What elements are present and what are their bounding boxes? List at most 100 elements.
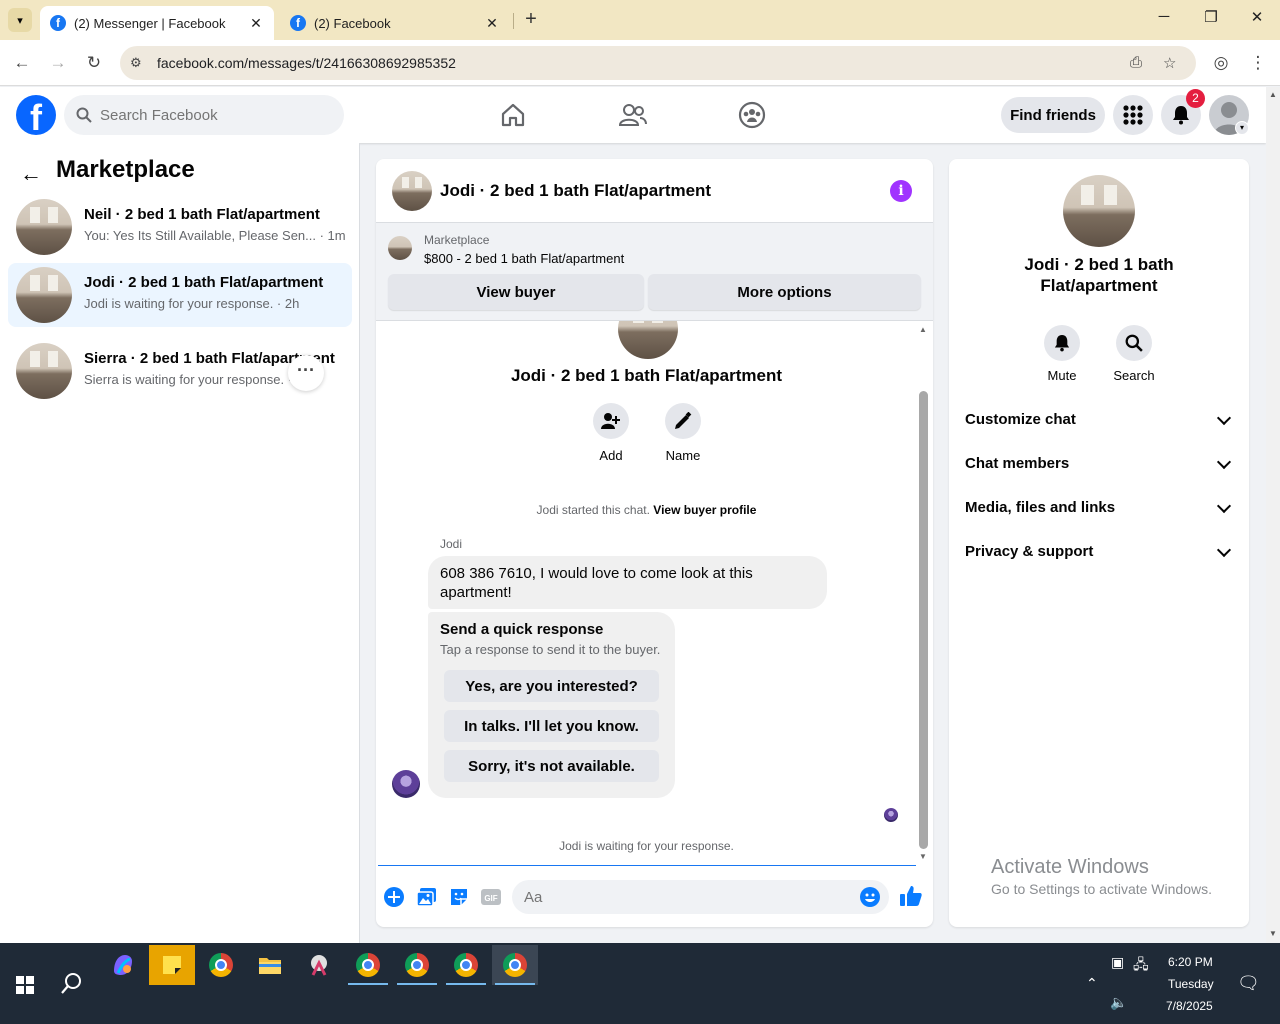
action-label: Name bbox=[665, 448, 701, 463]
sender-avatar[interactable] bbox=[392, 770, 420, 798]
chat-thumbnail[interactable] bbox=[392, 171, 432, 211]
close-window-icon[interactable]: ✕ bbox=[1245, 8, 1269, 32]
emoji-icon[interactable] bbox=[860, 887, 880, 907]
taskbar-search-icon[interactable] bbox=[49, 963, 95, 1003]
address-bar[interactable]: ⚙ facebook.com/messages/t/24166308692985… bbox=[120, 46, 1196, 80]
privacy-support-section[interactable]: Privacy & support bbox=[965, 542, 1233, 571]
notification-center-icon[interactable]: 🗨 bbox=[1237, 973, 1260, 994]
add-action[interactable]: Add bbox=[581, 403, 641, 463]
bell-icon bbox=[1044, 325, 1080, 361]
conversation-preview: Jodi is waiting for your response. · 2h bbox=[84, 296, 300, 311]
windows-start-icon[interactable] bbox=[16, 976, 34, 994]
conversation-more-options-icon[interactable]: ··· bbox=[288, 355, 324, 391]
site-settings-icon[interactable]: ⚙ bbox=[130, 55, 142, 71]
new-tab-button[interactable]: + bbox=[520, 9, 542, 31]
chat-title[interactable]: Jodi · 2 bed 1 bath Flat/apartment bbox=[440, 181, 711, 201]
tab-messenger[interactable]: f (2) Messenger | Facebook ✕ bbox=[40, 6, 274, 40]
mute-action[interactable]: Mute bbox=[1032, 325, 1092, 383]
chat-info-panel: Jodi · 2 bed 1 bath Flat/apartment Mute … bbox=[949, 159, 1249, 927]
watermark-subtitle: Go to Settings to activate Windows. bbox=[991, 881, 1212, 897]
customize-chat-section[interactable]: Customize chat bbox=[965, 410, 1233, 439]
conversation-preview: You: Yes Its Still Available, Please Sen… bbox=[84, 228, 346, 243]
scroll-up-arrow-icon[interactable]: ▲ bbox=[1269, 90, 1277, 99]
tab-separator bbox=[513, 13, 514, 29]
volume-icon[interactable]: 🔈 bbox=[1110, 994, 1127, 1011]
file-explorer-icon[interactable] bbox=[247, 945, 293, 985]
search-action[interactable]: Search bbox=[1104, 325, 1164, 383]
forward-icon[interactable]: → bbox=[47, 52, 69, 74]
browser-menu-icon[interactable]: ⋮ bbox=[1247, 52, 1269, 74]
message-sender-name: Jodi bbox=[440, 537, 463, 551]
media-files-links-section[interactable]: Media, files and links bbox=[965, 498, 1233, 527]
search-input[interactable] bbox=[100, 106, 320, 124]
facebook-favicon-icon: f bbox=[50, 15, 66, 31]
clock-time[interactable]: 6:20 PM bbox=[1168, 955, 1213, 969]
quick-response-subtitle: Tap a response to send it to the buyer. bbox=[440, 642, 661, 657]
chevron-down-icon bbox=[1216, 410, 1232, 426]
plus-circle-icon[interactable] bbox=[383, 886, 405, 908]
page-scrollbar[interactable]: ▲ ▼ bbox=[1266, 87, 1280, 943]
facebook-search[interactable] bbox=[64, 95, 344, 135]
facebook-favicon-icon: f bbox=[290, 15, 306, 31]
quick-response-card: Send a quick response Tap a response to … bbox=[428, 612, 675, 798]
conversation-item-jodi[interactable]: Jodi · 2 bed 1 bath Flat/apartment Jodi … bbox=[8, 263, 352, 327]
conversation-item-neil[interactable]: Neil · 2 bed 1 bath Flat/apartment You: … bbox=[8, 195, 352, 259]
tab-facebook[interactable]: f (2) Facebook ✕ bbox=[280, 6, 510, 40]
chrome-profile-3-icon[interactable] bbox=[443, 945, 489, 985]
chat-scrollbar-thumb[interactable] bbox=[919, 391, 928, 849]
sticker-icon[interactable] bbox=[448, 886, 470, 908]
clock-day[interactable]: Tuesday bbox=[1168, 977, 1214, 991]
find-friends-button[interactable]: Find friends bbox=[1001, 97, 1105, 133]
info-icon[interactable]: i bbox=[890, 180, 912, 202]
copilot-icon[interactable] bbox=[100, 945, 146, 985]
quick-reply-in-talks-button[interactable]: In talks. I'll let you know. bbox=[444, 710, 659, 742]
more-options-button[interactable]: More options bbox=[648, 274, 921, 310]
snipping-tool-icon[interactable] bbox=[296, 945, 342, 985]
listing-price-title[interactable]: $800 - 2 bed 1 bath Flat/apartment bbox=[424, 251, 624, 266]
view-buyer-button[interactable]: View buyer bbox=[388, 274, 644, 310]
sticky-notes-icon[interactable] bbox=[149, 945, 195, 985]
tab-search-dropdown-icon[interactable]: ▾ bbox=[8, 8, 32, 32]
install-app-icon[interactable]: ⎙ bbox=[1130, 54, 1142, 71]
menu-grid-icon[interactable] bbox=[1113, 95, 1153, 135]
scroll-up-arrow-icon[interactable]: ▲ bbox=[919, 325, 927, 334]
profile-thumbnail bbox=[618, 321, 678, 359]
home-icon[interactable] bbox=[493, 99, 533, 131]
quick-response-title: Send a quick response bbox=[440, 621, 604, 638]
pencil-icon bbox=[665, 403, 701, 439]
minimize-icon[interactable]: ─ bbox=[1152, 8, 1176, 32]
message-bubble: 608 386 7610, I would love to come look … bbox=[428, 556, 827, 609]
network-icon[interactable]: 🖧 bbox=[1133, 954, 1149, 978]
chat-started-notice: Jodi started this chat. View buyer profi… bbox=[376, 503, 917, 517]
quick-reply-not-available-button[interactable]: Sorry, it's not available. bbox=[444, 750, 659, 782]
name-action[interactable]: Name bbox=[653, 403, 713, 463]
facebook-logo-icon[interactable]: f bbox=[16, 95, 56, 135]
meet-now-icon[interactable]: ▣ bbox=[1111, 954, 1124, 971]
account-chevron-icon[interactable]: ▾ bbox=[1235, 121, 1249, 135]
tab-close-icon[interactable]: ✕ bbox=[248, 15, 264, 32]
scroll-down-arrow-icon[interactable]: ▼ bbox=[1269, 929, 1277, 938]
restore-icon[interactable]: ❐ bbox=[1199, 8, 1223, 32]
quick-reply-interested-button[interactable]: Yes, are you interested? bbox=[444, 670, 659, 702]
scroll-down-arrow-icon[interactable]: ▼ bbox=[919, 852, 927, 861]
friends-icon[interactable] bbox=[613, 99, 653, 131]
message-input[interactable] bbox=[512, 880, 889, 914]
gif-icon[interactable]: GIF bbox=[480, 886, 502, 908]
chat-members-section[interactable]: Chat members bbox=[965, 454, 1233, 483]
chrome-icon[interactable] bbox=[198, 945, 244, 985]
profile-icon[interactable]: ◎ bbox=[1210, 52, 1232, 74]
back-icon[interactable]: ← bbox=[11, 52, 33, 74]
back-arrow-icon[interactable]: ← bbox=[20, 161, 42, 187]
show-hidden-icons-chevron-icon[interactable]: ⌃ bbox=[1086, 975, 1098, 992]
view-buyer-profile-link[interactable]: View buyer profile bbox=[653, 503, 756, 517]
chrome-profile-1-icon[interactable] bbox=[345, 945, 391, 985]
bookmark-star-icon[interactable]: ☆ bbox=[1163, 54, 1176, 72]
chrome-profile-2-icon[interactable] bbox=[394, 945, 440, 985]
groups-icon[interactable] bbox=[732, 99, 772, 131]
photo-icon[interactable] bbox=[416, 886, 438, 908]
chrome-profile-4-icon[interactable] bbox=[492, 945, 538, 985]
thumbs-up-icon[interactable] bbox=[899, 884, 922, 906]
clock-date[interactable]: 7/8/2025 bbox=[1166, 999, 1213, 1013]
tab-close-icon[interactable]: ✕ bbox=[484, 15, 500, 32]
reload-icon[interactable]: ↻ bbox=[83, 52, 105, 74]
